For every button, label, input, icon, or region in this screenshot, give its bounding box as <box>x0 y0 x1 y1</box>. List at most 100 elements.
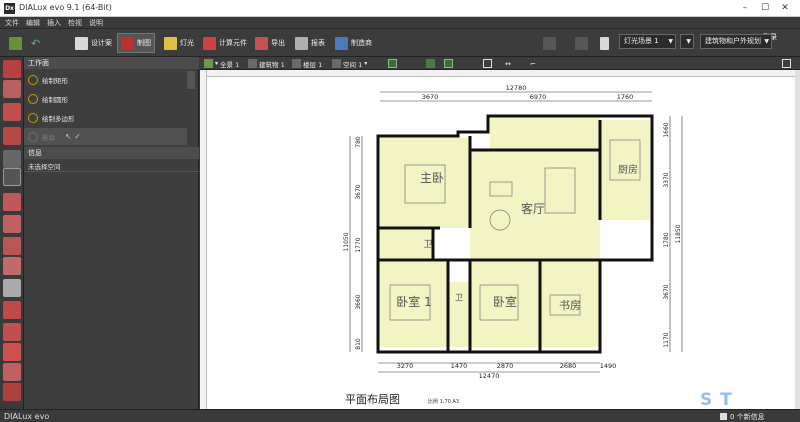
light-tab-label: 灯光 <box>180 39 194 47</box>
manufacturer-tab[interactable]: 制造商 <box>332 33 375 53</box>
tool-icon-2[interactable] <box>3 80 21 98</box>
menu-edit[interactable]: 编辑 <box>26 18 40 28</box>
brand-label: DIALux evo <box>4 412 50 421</box>
side-panel: 工作面 绘制矩形 绘制圆形 绘制多边形 删除 ↖ ✓ 信息 未选择空间 <box>24 57 199 409</box>
monitor-button[interactable] <box>782 58 791 69</box>
save-button[interactable] <box>6 33 25 53</box>
view-mode-icon <box>444 59 453 68</box>
tool-icon-1[interactable] <box>3 60 21 78</box>
disabled-tool-1 <box>540 33 559 53</box>
view-all-button[interactable]: ▾ 全景 1 <box>204 58 239 69</box>
tool-icon-16[interactable] <box>3 383 21 401</box>
tool-icon-3[interactable] <box>3 103 21 121</box>
plan-scale: 比例 1:70 A3 <box>428 398 459 405</box>
light-tab[interactable]: 灯光 <box>161 33 197 53</box>
title-bar: Dx DIALux evo 9.1 (64-Bit) – ☐ ✕ <box>0 0 800 17</box>
view-mode-icon <box>426 59 435 68</box>
calc-tab-label: 计算元件 <box>219 39 247 47</box>
balcony-area <box>490 118 600 150</box>
chevron-down-icon: ▼ <box>668 38 673 45</box>
draw-tab-label: 制图 <box>137 39 151 47</box>
building-breadcrumb[interactable]: 建筑物 1 <box>248 58 285 69</box>
mode-select[interactable]: 建筑物和户外规划 ▼ <box>700 34 772 49</box>
space-breadcrumb[interactable]: 空间 1 ▾ <box>332 58 367 69</box>
status-bar: DIALux evo 0 个新信息 <box>0 409 800 422</box>
mode-value: 建筑物和户外规划 <box>705 37 761 45</box>
fit-icon <box>483 59 492 68</box>
info-header: 信息 <box>24 147 199 159</box>
room-label-kitchen: 厨房 <box>618 163 638 176</box>
tool-icon-14[interactable] <box>3 343 21 361</box>
menu-view[interactable]: 检视 <box>68 18 82 28</box>
maximize-button[interactable]: ☐ <box>758 2 772 15</box>
chevron-down-icon: ▾ <box>364 60 368 67</box>
vertical-scrollbar[interactable] <box>795 70 800 409</box>
undo-button[interactable]: ↶ <box>28 33 47 53</box>
working-plane-tool-icon[interactable] <box>3 168 21 186</box>
scene-options-button[interactable]: ▼ <box>680 34 694 49</box>
report-icon <box>295 36 308 50</box>
tool-icon-15[interactable] <box>3 363 21 381</box>
dim-bottom-1: 3270 <box>397 362 414 370</box>
tool-icon-13[interactable] <box>3 323 21 341</box>
dim-right-total: 11850 <box>675 224 682 243</box>
dim-left-5: 810 <box>355 338 362 350</box>
delete-item[interactable]: 删除 ↖ ✓ <box>24 128 187 145</box>
measure-button[interactable]: ↔ <box>505 58 511 69</box>
draw-rectangle-item[interactable]: 绘制矩形 <box>28 71 68 88</box>
left-tool-strip <box>0 57 24 409</box>
design-tab[interactable]: 设计案 <box>72 33 115 53</box>
tool-icon-10[interactable] <box>3 257 21 275</box>
left-ruler <box>200 70 207 409</box>
tool-icon-4[interactable] <box>3 127 21 145</box>
tool-icon-7[interactable] <box>3 193 21 211</box>
minimize-button[interactable]: – <box>738 2 752 15</box>
snap-button[interactable]: ⌐ <box>530 58 536 69</box>
tool-icon-9[interactable] <box>3 237 21 255</box>
light-scene-select[interactable]: 灯光场景 1 ▼ <box>619 34 676 49</box>
delete-label: 删除 <box>42 133 55 142</box>
report-tab-label: 报表 <box>311 39 325 47</box>
close-button[interactable]: ✕ <box>778 2 792 15</box>
view-mode-2[interactable] <box>444 58 453 69</box>
draw-tab[interactable]: 制图 <box>117 33 155 53</box>
dim-left-2: 3670 <box>355 184 362 199</box>
tool-icon <box>543 36 556 50</box>
space-icon <box>332 59 341 68</box>
delete-icon <box>28 131 38 142</box>
plan-view-button[interactable] <box>388 58 397 69</box>
drawing-canvas[interactable]: 12780 3670 6970 1760 3270 1470 2870 2680… <box>200 70 795 409</box>
fit-view-button[interactable] <box>483 58 492 69</box>
bathroom-2-area <box>448 282 470 347</box>
dim-bottom-4: 2680 <box>560 362 577 370</box>
menu-insert[interactable]: 插入 <box>47 18 61 28</box>
message-count[interactable]: 0 个新信息 <box>730 412 765 422</box>
export-tab[interactable]: 导出 <box>252 33 288 53</box>
disabled-tool-2 <box>572 33 591 53</box>
draw-polygon-item[interactable]: 绘制多边形 <box>28 109 75 126</box>
floor-breadcrumb[interactable]: 楼层 1 <box>292 58 322 69</box>
calc-icon <box>203 36 216 50</box>
light-control-button[interactable] <box>597 33 612 53</box>
dim-right-3: 1780 <box>663 232 670 247</box>
draw-circle-item[interactable]: 绘制圆形 <box>28 90 68 107</box>
room-label-study: 书房 <box>559 299 581 312</box>
view-mode-1[interactable] <box>426 58 435 69</box>
panel-divider <box>24 171 199 172</box>
plan-caption: 平面布局图 <box>345 393 400 406</box>
plan-view-icon <box>388 59 397 68</box>
menu-file[interactable]: 文件 <box>5 18 19 28</box>
report-tab[interactable]: 报表 <box>292 33 328 53</box>
dim-bottom-3: 2870 <box>497 362 514 370</box>
dim-top-1: 3670 <box>422 93 439 101</box>
panel-scrollbar[interactable] <box>187 71 195 89</box>
menu-help[interactable]: 说明 <box>89 18 103 28</box>
view-bar: ▾ 全景 1 建筑物 1 楼层 1 空间 1 ▾ ↔ ⌐ <box>200 57 800 70</box>
tool-icon-8[interactable] <box>3 215 21 233</box>
tool-icon-5[interactable] <box>3 150 21 168</box>
dim-left-1: 780 <box>355 136 362 148</box>
calc-tab[interactable]: 计算元件 <box>200 33 250 53</box>
tool-icon-12[interactable] <box>3 301 21 319</box>
manufacturer-tab-label: 制造商 <box>351 39 372 47</box>
tool-icon-11[interactable] <box>3 279 21 297</box>
